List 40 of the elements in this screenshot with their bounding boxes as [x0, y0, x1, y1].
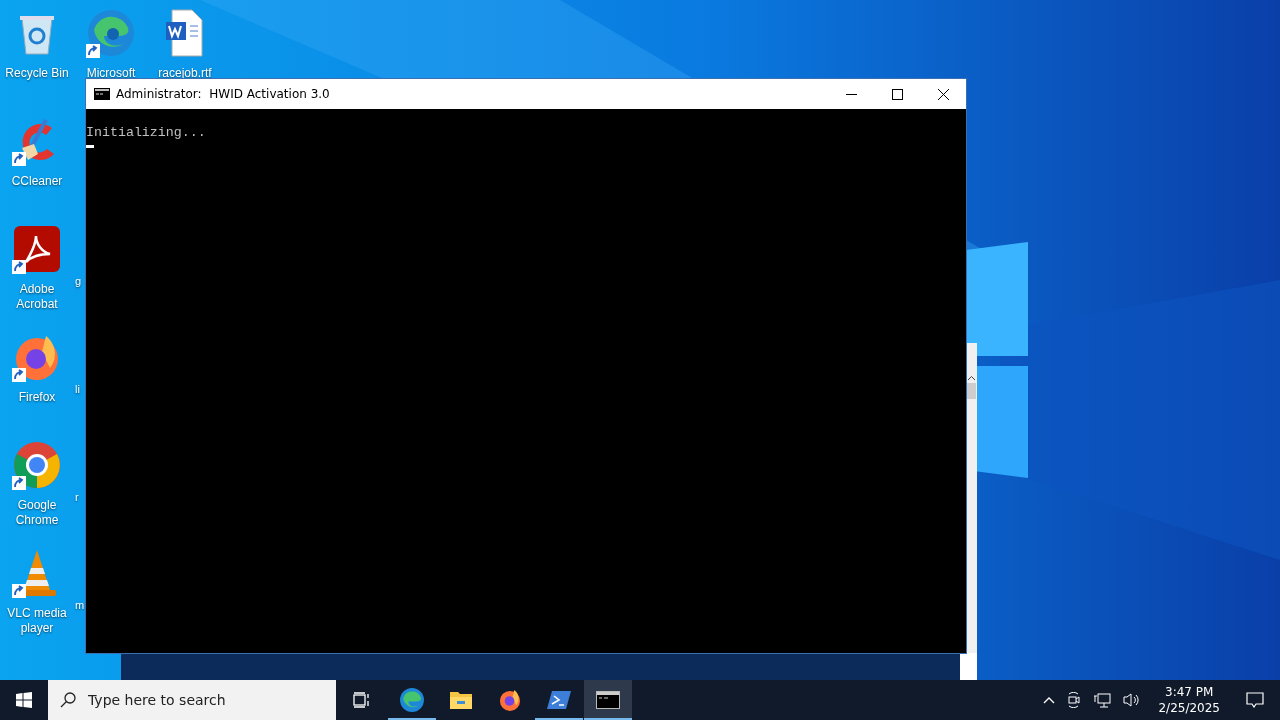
scrollbar[interactable] [966, 343, 977, 653]
desktop-icon-label[interactable]: Microsoft [86, 66, 136, 81]
clock[interactable]: 3:47 PM 2/25/2025 [1150, 684, 1228, 716]
edge-icon [86, 8, 136, 58]
desktop-icon-label[interactable]: Firefox [18, 390, 56, 405]
taskbar-app-button[interactable] [584, 680, 632, 720]
desktop-icon-label[interactable]: racejob.rtf [158, 66, 212, 81]
desktop-icon-label[interactable]: li [75, 382, 80, 397]
desktop-icon-label[interactable]: m [75, 598, 85, 613]
search-icon [60, 692, 76, 708]
desktop-icon-label[interactable]: g [75, 274, 82, 289]
firefox-icon [498, 688, 522, 712]
minimize-icon [845, 93, 857, 95]
acrobat-icon [12, 224, 62, 274]
chevron-up-icon [1043, 696, 1056, 704]
network-icon [1093, 692, 1112, 708]
desktop-icon-label[interactable]: Adobe Acrobat [0, 282, 74, 312]
windows-logo-icon [16, 692, 32, 708]
edge-icon [399, 687, 425, 713]
scroll-up-icon[interactable] [967, 375, 976, 381]
console-line: Initializing... [86, 125, 207, 141]
chrome-icon [12, 440, 62, 490]
speech-bubble-icon [1246, 692, 1264, 708]
search-box[interactable]: Type here to search [48, 680, 336, 720]
close-icon [937, 88, 949, 100]
window-title: Administrator: HWID Activation 3.0 [116, 87, 331, 101]
powershell-icon [547, 690, 571, 710]
desktop-icon-label[interactable]: Google Chrome [0, 498, 74, 528]
desktop-icon-label[interactable]: Recycle Bin [5, 66, 69, 81]
search-field[interactable]: Type here to search [86, 691, 330, 709]
speaker-icon [1123, 692, 1142, 708]
maximize-icon [891, 88, 903, 100]
console-icon [596, 691, 620, 709]
console-icon [94, 88, 110, 100]
folder-icon [449, 689, 473, 711]
scrollbar-thumb[interactable] [967, 383, 976, 399]
camera-icon [1067, 692, 1082, 708]
task-view-icon [353, 692, 371, 708]
desktop-icon-label[interactable]: VLC media player [0, 606, 74, 636]
desktop-icon-label[interactable]: CCleaner [11, 174, 63, 189]
